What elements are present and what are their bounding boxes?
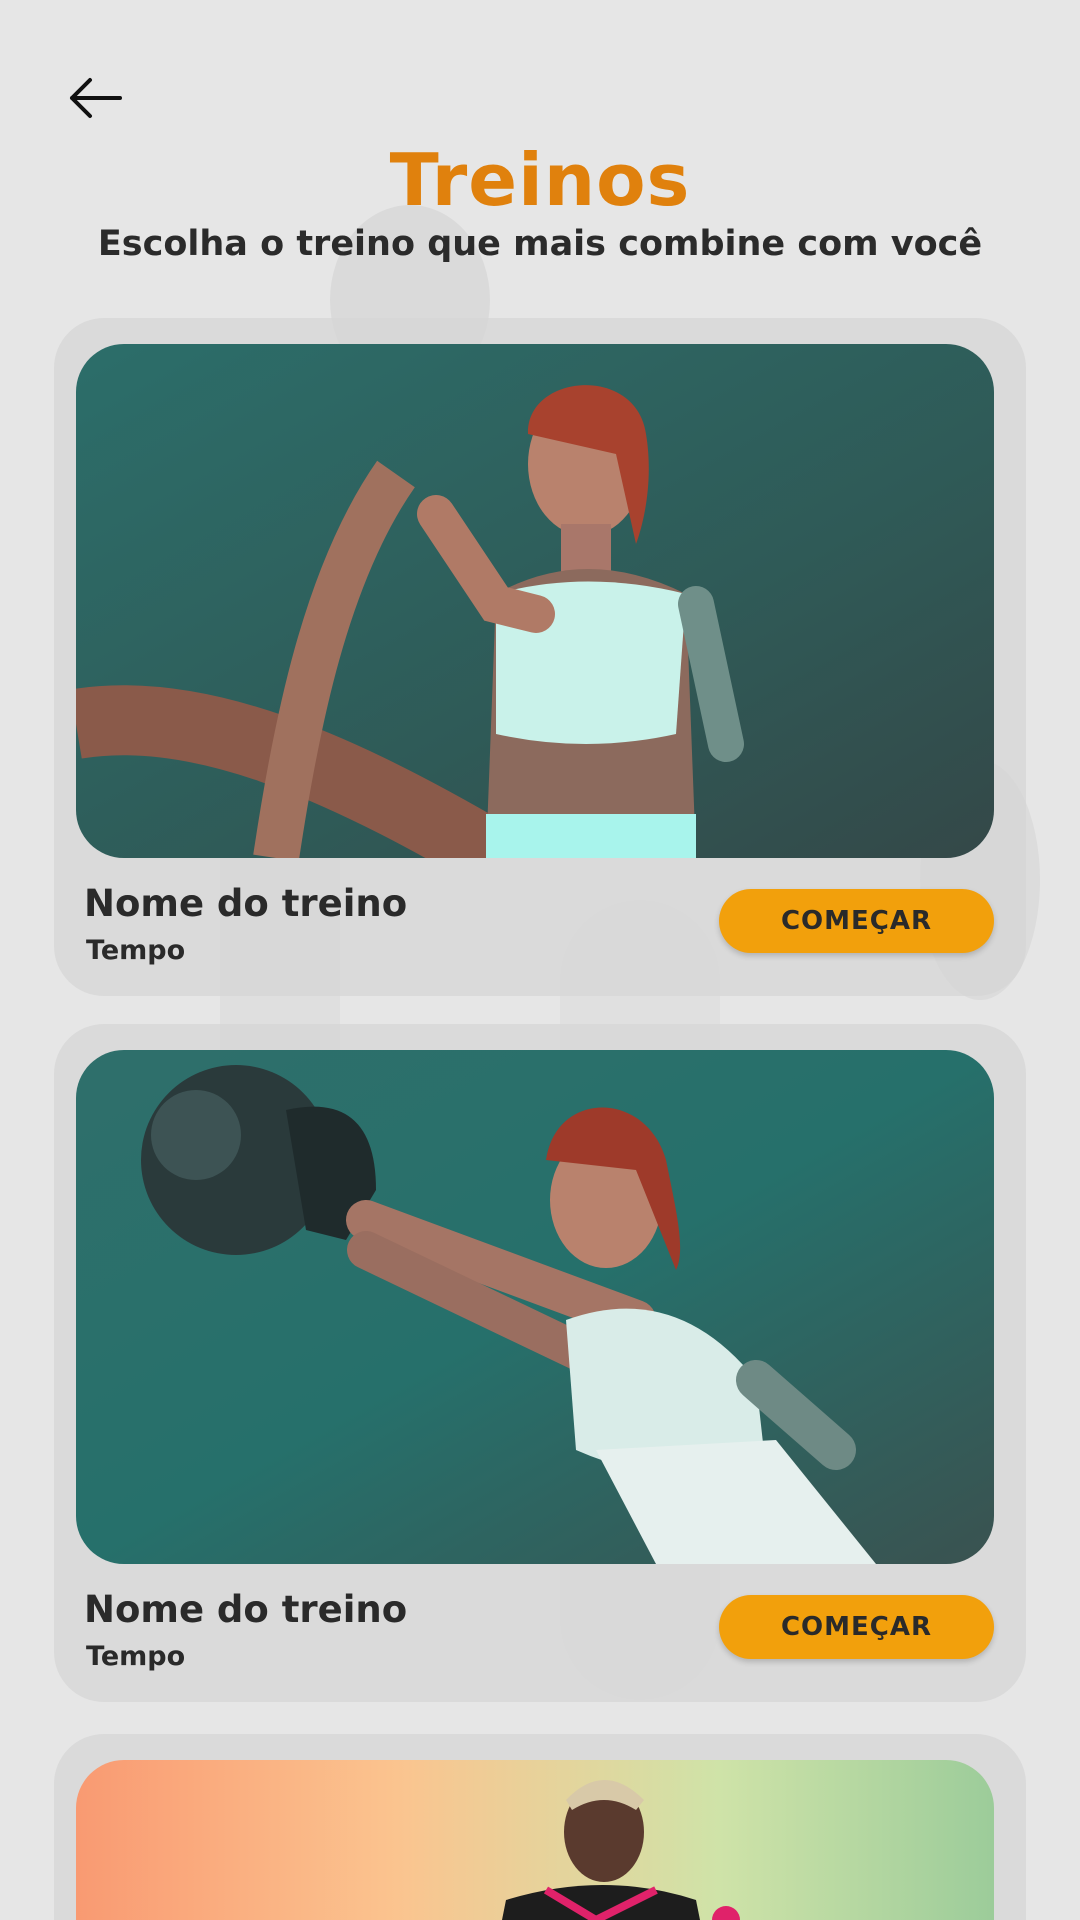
page-subtitle: Escolha o treino que mais combine com vo… bbox=[97, 224, 983, 264]
workout-name: Nome do treino bbox=[84, 882, 408, 925]
workout-name: Nome do treino bbox=[84, 1588, 408, 1631]
workout-card: Nome do treino Tempo COMEÇAR bbox=[54, 1024, 1026, 1702]
woman-kettlebell-photo bbox=[76, 1050, 994, 1564]
workout-card: Nome do treino Tempo COMEÇAR bbox=[54, 318, 1026, 996]
start-button[interactable]: COMEÇAR bbox=[719, 1595, 994, 1659]
woman-battle-ropes-photo bbox=[76, 344, 994, 858]
back-button[interactable] bbox=[62, 70, 128, 126]
page-title: Treinos bbox=[389, 138, 691, 222]
workout-time: Tempo bbox=[86, 935, 186, 966]
workout-time: Tempo bbox=[86, 1641, 186, 1672]
start-button[interactable]: COMEÇAR bbox=[719, 889, 994, 953]
workout-card bbox=[54, 1734, 1026, 1920]
woman-gradient-background-photo bbox=[76, 1760, 994, 1920]
arrow-left-icon bbox=[70, 78, 122, 118]
